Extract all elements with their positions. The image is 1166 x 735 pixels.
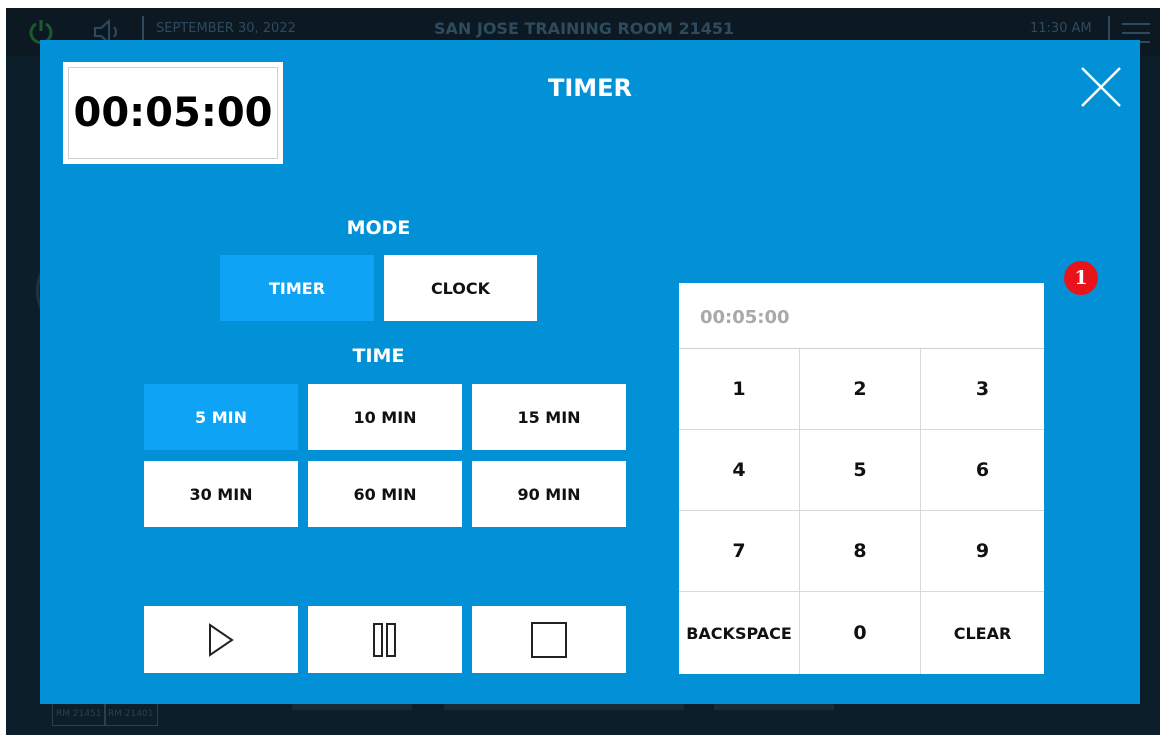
room-tab[interactable]: RM 21401 bbox=[104, 702, 158, 726]
time-10-min-button[interactable]: 10 MIN bbox=[308, 384, 462, 450]
room-tab[interactable]: RM 21451 bbox=[52, 702, 106, 726]
time-5-min-button[interactable]: 5 MIN bbox=[144, 384, 298, 450]
key-5[interactable]: 5 bbox=[800, 430, 921, 511]
key-1[interactable]: 1 bbox=[679, 349, 800, 430]
key-4[interactable]: 4 bbox=[679, 430, 800, 511]
close-icon[interactable] bbox=[1078, 64, 1124, 110]
mode-label: MODE bbox=[346, 217, 411, 239]
time-90-min-button[interactable]: 90 MIN bbox=[472, 461, 626, 527]
play-icon bbox=[209, 622, 234, 657]
backspace-key[interactable]: BACKSPACE bbox=[679, 592, 800, 674]
pause-icon bbox=[373, 622, 396, 657]
room-title: SAN JOSE TRAINING ROOM 21451 bbox=[434, 19, 735, 38]
time-60-min-button[interactable]: 60 MIN bbox=[308, 461, 462, 527]
modal-title: TIMER bbox=[547, 74, 633, 102]
time-label: TIME bbox=[352, 345, 405, 367]
time-label: 11:30 AM bbox=[1030, 21, 1092, 36]
play-button[interactable] bbox=[144, 606, 298, 673]
keypad: 00:05:00 1 2 3 4 5 6 7 8 9 BACKSPACE 0 C… bbox=[679, 283, 1044, 674]
key-3[interactable]: 3 bbox=[921, 349, 1044, 430]
key-8[interactable]: 8 bbox=[800, 511, 921, 592]
mode-clock-button[interactable]: CLOCK bbox=[384, 255, 537, 321]
clear-key[interactable]: CLEAR bbox=[921, 592, 1044, 674]
background-bar bbox=[292, 704, 412, 710]
key-2[interactable]: 2 bbox=[800, 349, 921, 430]
stop-button[interactable] bbox=[472, 606, 626, 673]
mode-timer-button[interactable]: TIMER bbox=[220, 255, 374, 321]
key-0[interactable]: 0 bbox=[800, 592, 921, 674]
stop-icon bbox=[531, 621, 567, 658]
key-9[interactable]: 9 bbox=[921, 511, 1044, 592]
key-6[interactable]: 6 bbox=[921, 430, 1044, 511]
time-15-min-button[interactable]: 15 MIN bbox=[472, 384, 626, 450]
time-30-min-button[interactable]: 30 MIN bbox=[144, 461, 298, 527]
background-bar bbox=[444, 704, 684, 710]
key-7[interactable]: 7 bbox=[679, 511, 800, 592]
timer-modal: 00:05:00 TIMER MODE TIMER CLOCK TIME 5 M… bbox=[40, 40, 1140, 704]
date-label: SEPTEMBER 30, 2022 bbox=[156, 21, 296, 36]
background-bar bbox=[714, 704, 834, 710]
keypad-entry-field[interactable]: 00:05:00 bbox=[679, 283, 1044, 349]
annotation-badge: 1 bbox=[1064, 261, 1098, 295]
pause-button[interactable] bbox=[308, 606, 462, 673]
